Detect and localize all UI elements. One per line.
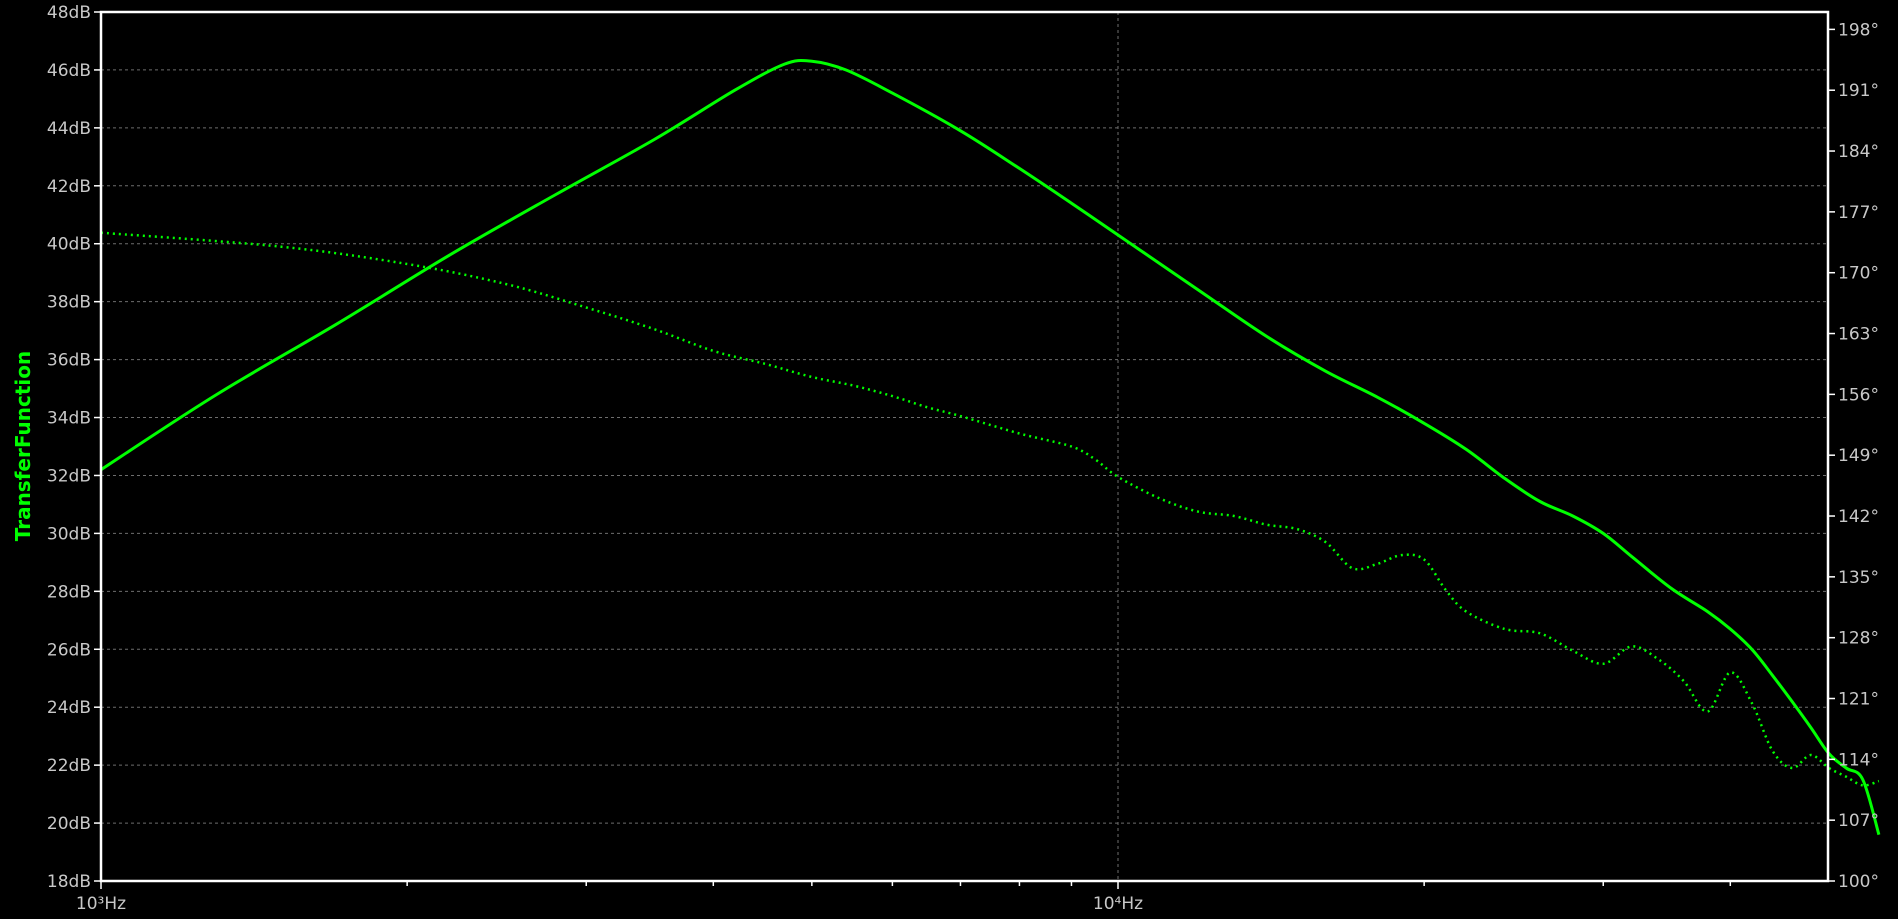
x-tick-label: 10⁴Hz xyxy=(1093,894,1143,914)
y-left-tick-label: 26dB xyxy=(47,640,91,660)
y-right-tick-label: 107° xyxy=(1838,811,1879,831)
y-right-tick-label: 163° xyxy=(1838,325,1879,345)
y-left-tick-label: 18dB xyxy=(47,872,91,892)
y-left-tick-label: 30dB xyxy=(47,524,91,544)
y-right-tick-label: 198° xyxy=(1838,20,1879,40)
plot-background xyxy=(0,0,1898,919)
y-right-tick-label: 184° xyxy=(1838,142,1879,162)
y-right-tick-label: 128° xyxy=(1838,629,1879,649)
y-right-tick-label: 149° xyxy=(1838,446,1879,466)
y-right-tick-label: 135° xyxy=(1838,568,1879,588)
y-right-tick-label: 191° xyxy=(1838,81,1879,101)
x-tick-label: 10³Hz xyxy=(76,894,126,914)
y-left-tick-label: 32dB xyxy=(47,466,91,486)
y-left-tick-label: 46dB xyxy=(47,61,91,81)
y-right-tick-label: 156° xyxy=(1838,385,1879,405)
y-left-tick-label: 34dB xyxy=(47,409,91,429)
y-left-tick-label: 42dB xyxy=(47,177,91,197)
y-left-tick-label: 38dB xyxy=(47,293,91,313)
bode-plot: 48dB 46dB 44dB 42dB 40dB 38dB 36dB 34dB 32dB 30dB… xyxy=(0,0,1898,919)
y-left-tick-label: 48dB xyxy=(47,3,91,23)
y-left-tick-label: 44dB xyxy=(47,119,91,139)
y-right-tick-label: 100° xyxy=(1838,872,1879,892)
y-left-tick-label: 22dB xyxy=(47,756,91,776)
y-right-tick-label: 170° xyxy=(1838,264,1879,284)
y-right-tick-label: 142° xyxy=(1838,507,1879,527)
y-left-tick-label: 28dB xyxy=(47,582,91,602)
y-left-tick-label: 24dB xyxy=(47,698,91,718)
y-left-tick-label: 36dB xyxy=(47,351,91,371)
y-axis-title: TransferFunction xyxy=(11,351,35,541)
y-right-tick-label: 177° xyxy=(1838,203,1879,223)
y-left-tick-label: 40dB xyxy=(47,235,91,255)
y-right-tick-label: 114° xyxy=(1838,750,1879,770)
y-left-tick-label: 20dB xyxy=(47,814,91,834)
y-right-tick-label: 121° xyxy=(1838,690,1879,710)
